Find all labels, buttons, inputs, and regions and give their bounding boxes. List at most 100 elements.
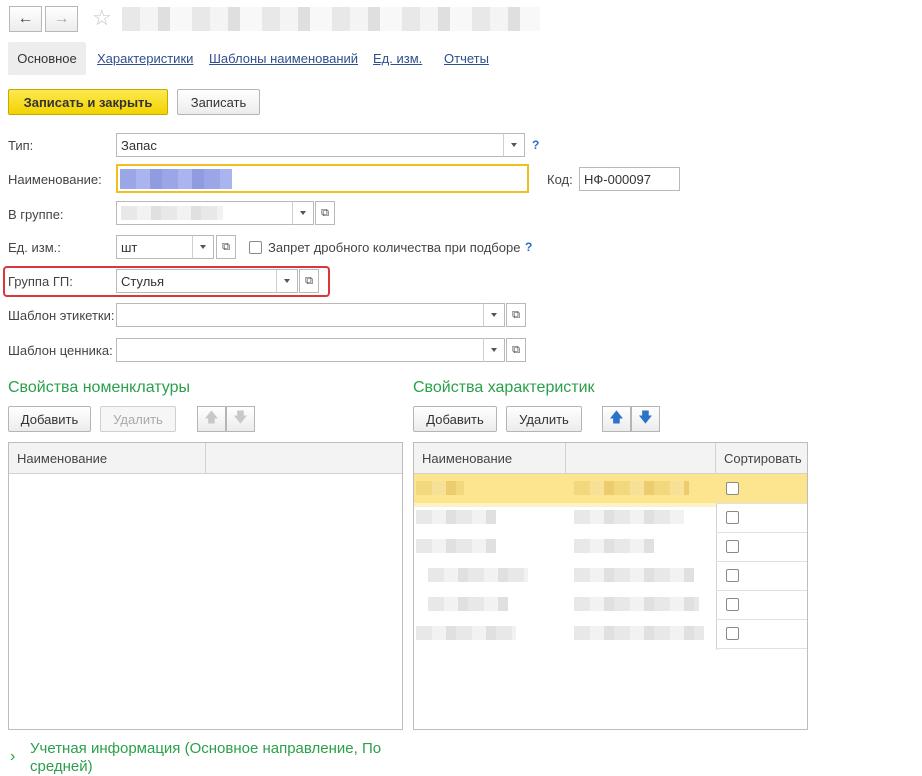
row-divider bbox=[716, 503, 807, 504]
back-button[interactable]: ← bbox=[9, 6, 42, 32]
arrow-up-icon: 🡅 bbox=[204, 409, 219, 425]
row-divider bbox=[414, 503, 716, 507]
characteristic-props-title: Свойства характеристик bbox=[413, 379, 595, 396]
window-title-redacted bbox=[122, 7, 540, 31]
row-divider bbox=[716, 532, 807, 533]
nomenclature-move-down-button[interactable]: 🡇 bbox=[226, 406, 255, 432]
tab-main-label: Основное bbox=[17, 51, 77, 66]
gp-group-select[interactable]: Стулья bbox=[116, 269, 278, 293]
row-divider bbox=[716, 561, 807, 562]
price-template-dropdown-button[interactable] bbox=[483, 338, 505, 362]
tab-name-templates[interactable]: Шаблоны наименований bbox=[209, 51, 358, 66]
row-divider bbox=[716, 590, 807, 591]
group-select[interactable] bbox=[116, 201, 294, 225]
gp-group-value: Стулья bbox=[121, 273, 165, 289]
name-label: Наименование: bbox=[8, 172, 102, 187]
code-value: НФ-000097 bbox=[584, 171, 651, 187]
gp-group-dropdown-button[interactable] bbox=[276, 269, 298, 293]
row-divider bbox=[716, 648, 807, 649]
tab-characteristics[interactable]: Характеристики bbox=[97, 51, 193, 66]
tab-reports[interactable]: Отчеты bbox=[444, 51, 489, 66]
cell-redacted bbox=[574, 539, 654, 553]
characteristic-add-button[interactable]: Добавить bbox=[413, 406, 497, 432]
gp-group-open-icon[interactable]: ⧉ bbox=[299, 269, 319, 293]
cell-redacted bbox=[416, 626, 516, 640]
code-label: Код: bbox=[547, 172, 573, 187]
type-dropdown-button[interactable] bbox=[503, 133, 525, 157]
cell-redacted bbox=[574, 510, 684, 524]
unit-value: шт bbox=[121, 239, 138, 255]
table-header: Наименование bbox=[9, 443, 402, 474]
sort-checkbox[interactable] bbox=[726, 627, 739, 640]
sort-checkbox[interactable] bbox=[726, 540, 739, 553]
column-header-blank bbox=[566, 443, 716, 473]
label-template-select[interactable] bbox=[116, 303, 486, 327]
accounting-title-line2: средней) bbox=[30, 758, 93, 775]
unit-label: Ед. изм.: bbox=[8, 240, 61, 255]
group-value-redacted bbox=[121, 206, 223, 220]
column-header-name[interactable]: Наименование bbox=[9, 443, 206, 473]
sort-checkbox[interactable] bbox=[726, 598, 739, 611]
price-template-select[interactable] bbox=[116, 338, 486, 362]
characteristic-delete-button[interactable]: Удалить bbox=[506, 406, 582, 432]
sort-checkbox[interactable] bbox=[726, 569, 739, 582]
arrow-up-icon: 🡅 bbox=[609, 409, 624, 425]
cell-redacted bbox=[574, 481, 689, 495]
arrow-left-icon: ← bbox=[17, 10, 34, 27]
cell-redacted bbox=[574, 568, 694, 582]
arrow-right-icon: → bbox=[53, 10, 70, 27]
nomenclature-props-table[interactable]: Наименование bbox=[8, 442, 403, 730]
price-template-label: Шаблон ценника: bbox=[8, 343, 113, 358]
column-header-sort[interactable]: Сортировать bbox=[716, 443, 807, 473]
arrow-down-icon: 🡇 bbox=[638, 409, 653, 425]
label-template-dropdown-button[interactable] bbox=[483, 303, 505, 327]
characteristic-props-table[interactable]: Наименование Сортировать bbox=[413, 442, 808, 730]
code-input[interactable]: НФ-000097 bbox=[579, 167, 680, 191]
nomenclature-move-up-button[interactable]: 🡅 bbox=[197, 406, 226, 432]
arrow-down-icon: 🡇 bbox=[233, 409, 248, 425]
forward-button[interactable]: → bbox=[45, 6, 78, 32]
sort-checkbox[interactable] bbox=[726, 482, 739, 495]
nomenclature-delete-button[interactable]: Удалить bbox=[100, 406, 176, 432]
row-divider bbox=[716, 619, 807, 620]
type-select[interactable]: Запас bbox=[116, 133, 508, 157]
characteristic-move-down-button[interactable]: 🡇 bbox=[631, 406, 660, 432]
name-input[interactable] bbox=[116, 164, 529, 193]
characteristic-move-up-button[interactable]: 🡅 bbox=[602, 406, 631, 432]
favorite-star-icon[interactable]: ☆ bbox=[92, 5, 112, 31]
save-button[interactable]: Записать bbox=[177, 89, 260, 115]
nomenclature-add-button[interactable]: Добавить bbox=[8, 406, 91, 432]
fractional-checkbox[interactable] bbox=[249, 241, 262, 254]
cell-redacted bbox=[428, 597, 508, 611]
cell-redacted bbox=[416, 481, 464, 495]
fractional-label: Запрет дробного количества при подборе bbox=[268, 240, 521, 255]
type-label: Тип: bbox=[8, 138, 34, 153]
tab-main[interactable]: Основное bbox=[8, 42, 86, 75]
cell-redacted bbox=[574, 597, 699, 611]
cell-redacted bbox=[428, 568, 528, 582]
group-open-icon[interactable]: ⧉ bbox=[315, 201, 335, 225]
price-template-open-icon[interactable]: ⧉ bbox=[506, 338, 526, 362]
table-header: Наименование Сортировать bbox=[414, 443, 807, 474]
save-and-close-button[interactable]: Записать и закрыть bbox=[8, 89, 168, 115]
label-template-label: Шаблон этикетки: bbox=[8, 308, 115, 323]
type-value: Запас bbox=[121, 137, 157, 153]
cell-redacted bbox=[574, 626, 704, 640]
sort-checkbox[interactable] bbox=[726, 511, 739, 524]
gp-group-label: Группа ГП: bbox=[8, 274, 73, 289]
chevron-right-icon[interactable]: › bbox=[10, 748, 15, 766]
name-value-redacted bbox=[120, 168, 232, 189]
tab-units[interactable]: Ед. изм. bbox=[373, 51, 422, 66]
unit-dropdown-button[interactable] bbox=[192, 235, 214, 259]
unit-select[interactable]: шт bbox=[116, 235, 193, 259]
accounting-title-line1: Учетная информация (Основное направление… bbox=[30, 740, 382, 757]
cell-redacted bbox=[416, 510, 496, 524]
group-dropdown-button[interactable] bbox=[292, 201, 314, 225]
unit-open-icon[interactable]: ⧉ bbox=[216, 235, 236, 259]
type-help-icon[interactable]: ? bbox=[532, 138, 539, 152]
group-label: В группе: bbox=[8, 207, 64, 222]
column-header-name[interactable]: Наименование bbox=[414, 443, 566, 473]
label-template-open-icon[interactable]: ⧉ bbox=[506, 303, 526, 327]
cell-redacted bbox=[416, 539, 496, 553]
fractional-help-icon[interactable]: ? bbox=[525, 240, 532, 254]
